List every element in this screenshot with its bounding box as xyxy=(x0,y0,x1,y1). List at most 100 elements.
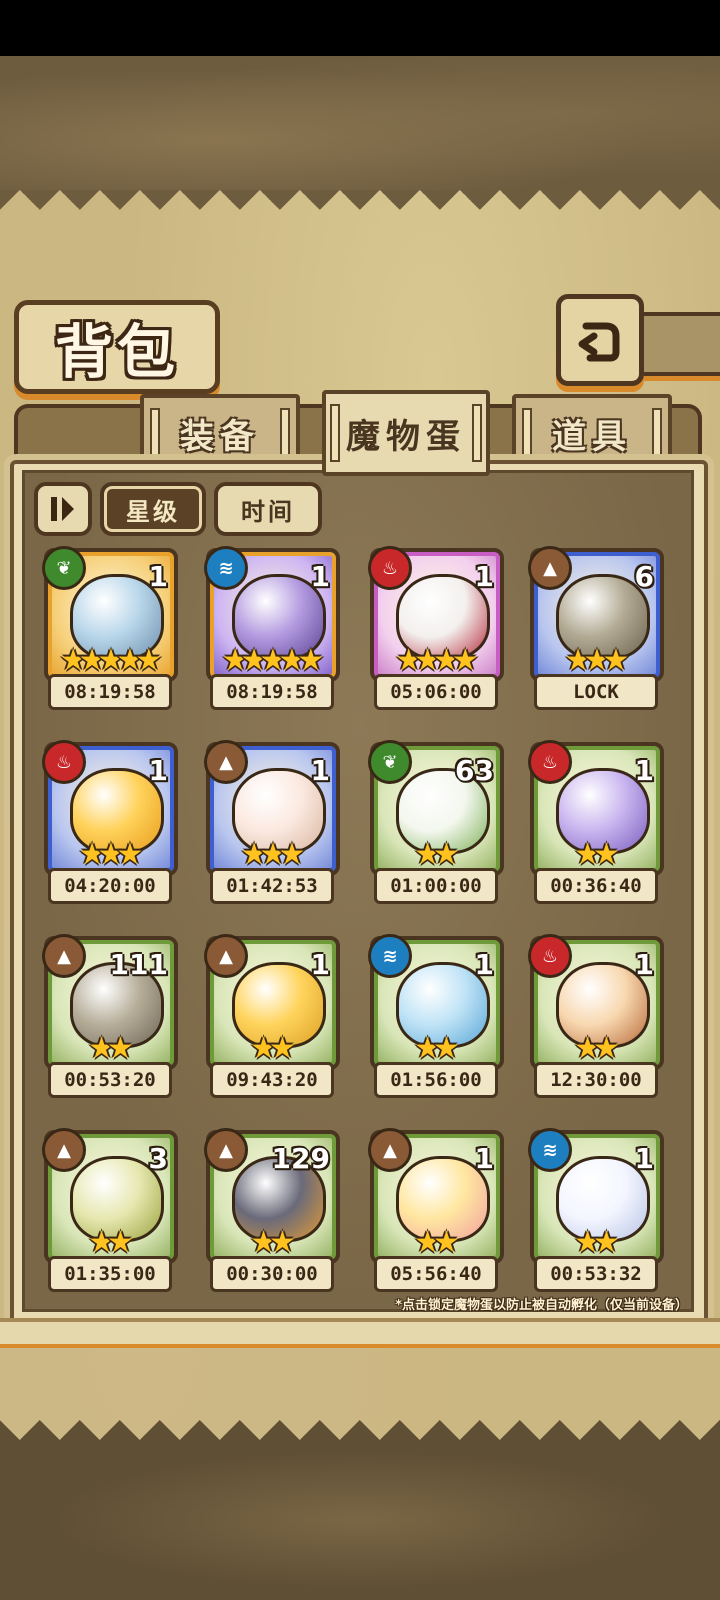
egg-item[interactable]: ▲ 6 ★★★ LOCK xyxy=(526,540,664,716)
egg-item[interactable]: ▲ 3 ★★ 01:35:00 xyxy=(40,1122,178,1298)
egg-card: ♨ 1 ★★★★ xyxy=(368,546,504,682)
star-rating: ★★ xyxy=(48,1228,174,1258)
star-rating: ★★ xyxy=(48,1034,174,1064)
tab-monster-egg[interactable]: 魔物蛋 xyxy=(322,390,490,476)
water-element-icon: ≋ xyxy=(528,1128,572,1172)
egg-card: ▲ 129 ★★ xyxy=(204,1128,340,1264)
hatch-timer: 01:42:53 xyxy=(210,868,334,904)
fire-element-icon: ♨ xyxy=(368,546,412,590)
star-icon: ★ xyxy=(107,1031,134,1066)
hatch-timer: 00:53:20 xyxy=(48,1062,172,1098)
egg-item[interactable]: ❦ 1 ★★★★★ 08:19:58 xyxy=(40,540,178,716)
egg-count: 3 xyxy=(148,1142,168,1175)
sort-order-toggle[interactable] xyxy=(34,482,92,536)
egg-item[interactable]: ≋ 1 ★★★★★ 08:19:58 xyxy=(202,540,340,716)
star-icon: ★ xyxy=(107,1225,134,1260)
star-icon: ★ xyxy=(451,643,479,678)
star-icon: ★ xyxy=(269,1031,296,1066)
panel-bottom-rail xyxy=(0,1318,720,1348)
grass-element-icon: ❦ xyxy=(42,546,86,590)
egg-item[interactable]: ♨ 1 ★★★★ 05:06:00 xyxy=(366,540,504,716)
star-rating: ★★ xyxy=(534,840,660,870)
back-button[interactable] xyxy=(556,294,644,386)
star-icon: ★ xyxy=(593,837,620,872)
star-icon: ★ xyxy=(433,837,460,872)
hatch-timer: 04:20:00 xyxy=(48,868,172,904)
star-rating: ★★ xyxy=(374,1228,500,1258)
egg-count: 1 xyxy=(474,560,494,593)
fire-element-icon: ♨ xyxy=(42,740,86,784)
earth-element-icon: ▲ xyxy=(204,1128,248,1172)
tab-items-label: 道具 xyxy=(552,416,632,457)
egg-count: 1 xyxy=(474,1142,494,1175)
tab-monster-egg-label: 魔物蛋 xyxy=(346,416,466,457)
egg-card: ▲ 1 ★★ xyxy=(204,934,340,1070)
hatch-timer: 12:30:00 xyxy=(534,1062,658,1098)
egg-item[interactable]: ❦ 63 ★★ 01:00:00 xyxy=(366,734,504,910)
sort-by-time-button[interactable]: 时间 xyxy=(214,482,322,536)
page-title-plate: 背包 xyxy=(14,300,220,394)
star-icon: ★ xyxy=(269,1225,296,1260)
egg-item[interactable]: ▲ 1 ★★ 05:56:40 xyxy=(366,1122,504,1298)
star-rating: ★★★ xyxy=(48,840,174,870)
egg-card: ≋ 1 ★★ xyxy=(368,934,504,1070)
egg-item[interactable]: ≋ 1 ★★ 00:53:32 xyxy=(526,1122,664,1298)
egg-count: 1 xyxy=(310,560,330,593)
tab-equipment-label: 装备 xyxy=(180,416,260,457)
back-arrow-icon xyxy=(578,322,620,362)
star-rating: ★★★★ xyxy=(374,646,500,676)
star-rating: ★★★ xyxy=(534,646,660,676)
egg-item[interactable]: ♨ 1 ★★★ 04:20:00 xyxy=(40,734,178,910)
earth-element-icon: ▲ xyxy=(42,1128,86,1172)
star-icon: ★ xyxy=(602,643,630,678)
egg-card: ❦ 1 ★★★★★ xyxy=(42,546,178,682)
egg-item[interactable]: ♨ 1 ★★ 12:30:00 xyxy=(526,928,664,1104)
egg-item[interactable]: ▲ 1 ★★ 09:43:20 xyxy=(202,928,340,1104)
fire-element-icon: ♨ xyxy=(528,934,572,978)
star-rating: ★★★ xyxy=(210,840,336,870)
star-rating: ★★ xyxy=(210,1034,336,1064)
star-icon: ★ xyxy=(135,643,163,678)
page-title: 背包 xyxy=(54,318,179,386)
star-icon: ★ xyxy=(116,837,144,872)
egg-count: 6 xyxy=(634,560,654,593)
sort-by-star-button[interactable]: 星级 xyxy=(100,482,206,536)
fire-element-icon: ♨ xyxy=(528,740,572,784)
torn-edge-bottom xyxy=(0,1400,720,1440)
earth-element-icon: ▲ xyxy=(368,1128,412,1172)
egg-count: 1 xyxy=(634,1142,654,1175)
torn-edge-top xyxy=(0,190,720,230)
hatch-timer: 08:19:58 xyxy=(210,674,334,710)
egg-card: ≋ 1 ★★ xyxy=(528,1128,664,1264)
egg-item[interactable]: ▲ 129 ★★ 00:30:00 xyxy=(202,1122,340,1298)
water-element-icon: ≋ xyxy=(204,546,248,590)
egg-item[interactable]: ▲ 1 ★★★ 01:42:53 xyxy=(202,734,340,910)
egg-card: ▲ 1 ★★ xyxy=(368,1128,504,1264)
grass-element-icon: ❦ xyxy=(368,740,412,784)
star-icon: ★ xyxy=(278,837,306,872)
egg-count: 1 xyxy=(474,948,494,981)
egg-item[interactable]: ≋ 1 ★★ 01:56:00 xyxy=(366,928,504,1104)
egg-item[interactable]: ▲ 111 ★★ 00:53:20 xyxy=(40,928,178,1104)
sort-order-icon xyxy=(51,497,74,521)
star-rating: ★★★★★ xyxy=(48,646,174,676)
status-bar xyxy=(0,0,720,56)
earth-element-icon: ▲ xyxy=(204,934,248,978)
star-rating: ★★ xyxy=(210,1228,336,1258)
star-icon: ★ xyxy=(433,1225,460,1260)
egg-count: 1 xyxy=(634,754,654,787)
egg-item[interactable]: ♨ 1 ★★ 00:36:40 xyxy=(526,734,664,910)
hatch-timer: 01:00:00 xyxy=(374,868,498,904)
egg-count: 129 xyxy=(271,1142,330,1175)
egg-count: 1 xyxy=(148,754,168,787)
hatch-timer: 01:35:00 xyxy=(48,1256,172,1292)
hatch-timer: 05:56:40 xyxy=(374,1256,498,1292)
earth-element-icon: ▲ xyxy=(42,934,86,978)
hatch-timer: 00:36:40 xyxy=(534,868,658,904)
egg-count: 63 xyxy=(455,754,494,787)
water-element-icon: ≋ xyxy=(368,934,412,978)
egg-card: ▲ 6 ★★★ xyxy=(528,546,664,682)
egg-card: ▲ 1 ★★★ xyxy=(204,740,340,876)
star-rating: ★★ xyxy=(534,1228,660,1258)
hatch-timer: 00:53:32 xyxy=(534,1256,658,1292)
